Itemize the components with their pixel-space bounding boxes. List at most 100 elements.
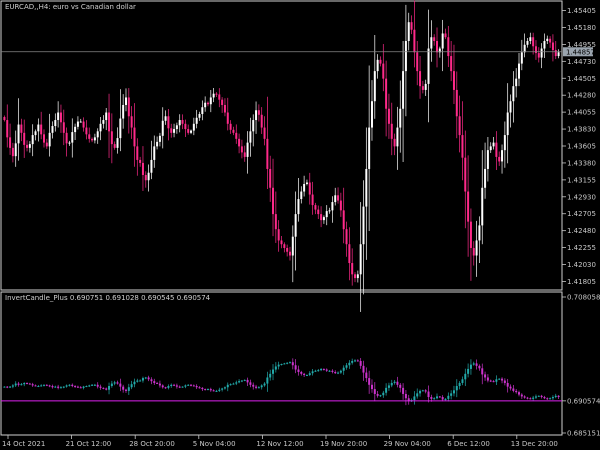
indicator-body: [9, 386, 12, 388]
candle-body: [243, 152, 246, 157]
candle-body: [413, 29, 416, 53]
candle-body: [190, 130, 193, 133]
candle-body: [345, 229, 348, 245]
indicator-body: [212, 390, 215, 392]
price-tick-label: 1.42255: [567, 244, 596, 252]
indicator-body: [305, 375, 308, 377]
indicator-body: [209, 389, 212, 391]
indicator-body: [498, 378, 501, 380]
candle-body: [520, 52, 523, 64]
candle-body: [139, 159, 142, 163]
candle-body: [59, 112, 62, 123]
indicator-body: [71, 384, 74, 387]
candle-body: [212, 93, 215, 98]
indicator-tick-label: 0.690574: [567, 397, 600, 405]
indicator-body: [436, 396, 439, 399]
candle-body: [317, 209, 320, 215]
indicator-body: [486, 377, 489, 381]
indicator-body: [54, 386, 57, 388]
candle-body: [40, 124, 43, 135]
candle-body: [96, 131, 99, 138]
indicator-body: [141, 378, 144, 381]
indicator-body: [198, 387, 201, 389]
indicator-body: [325, 369, 328, 371]
candle-body: [311, 194, 314, 206]
indicator-body: [368, 378, 371, 385]
candle-body: [526, 41, 529, 45]
candle-body: [286, 247, 289, 252]
candle-body: [495, 142, 498, 157]
candle-body: [532, 37, 535, 47]
indicator-body: [444, 398, 447, 400]
indicator-body: [526, 397, 529, 399]
indicator-body: [59, 387, 62, 389]
indicator-body: [495, 379, 498, 382]
indicator-body: [291, 362, 294, 366]
indicator-body: [105, 388, 108, 390]
candle-body: [280, 240, 283, 245]
indicator-body: [88, 385, 91, 387]
indicator-body: [201, 387, 204, 390]
candle-body: [303, 184, 306, 192]
candle-body: [455, 89, 458, 117]
candle-body: [232, 129, 235, 133]
candle-body: [28, 144, 31, 148]
price-tick-label: 1.45405: [567, 7, 596, 15]
candle-body: [427, 48, 430, 84]
symbol-label: EURCAD,,H4: euro vs Canadian dollar: [5, 3, 136, 11]
chart-window[interactable]: EURCAD,,H4: euro vs Canadian dollar 1.45…: [0, 0, 600, 450]
candle-body: [387, 108, 390, 124]
indicator-body: [144, 377, 147, 379]
candle-body: [65, 132, 68, 144]
indicator-body: [240, 380, 243, 382]
candle-body: [294, 214, 297, 237]
candle-body: [529, 37, 532, 42]
candle-body: [170, 128, 173, 133]
candle-body: [218, 94, 221, 100]
indicator-body: [153, 381, 156, 383]
indicator-body: [334, 371, 337, 374]
indicator-body: [68, 384, 71, 386]
candle-body: [362, 206, 365, 245]
candle-body: [184, 123, 187, 130]
indicator-body: [110, 383, 113, 387]
candle-body: [68, 142, 71, 144]
indicator-body: [308, 373, 311, 376]
indicator-body: [450, 393, 453, 396]
indicator-body: [26, 382, 29, 384]
candle-body: [6, 120, 9, 138]
indicator-body: [260, 385, 263, 388]
indicator-body: [430, 397, 433, 399]
indicator-body: [57, 386, 60, 388]
indicator-body: [356, 360, 359, 362]
indicator-body: [74, 386, 77, 388]
indicator-body: [40, 385, 43, 387]
indicator-body: [164, 387, 167, 389]
indicator-body: [373, 389, 376, 394]
indicator-body: [475, 363, 478, 366]
candle-body: [424, 83, 427, 90]
indicator-body: [382, 392, 385, 396]
indicator-body: [108, 386, 111, 390]
indicator-body: [467, 368, 470, 374]
candle-body: [407, 22, 410, 42]
indicator-body: [167, 386, 170, 388]
candle-body: [204, 102, 207, 108]
candle-body: [34, 131, 37, 136]
indicator-body: [393, 381, 396, 383]
candle-body: [334, 195, 337, 203]
indicator-body: [102, 387, 105, 389]
indicator-body: [314, 370, 317, 372]
candle-body: [209, 97, 212, 105]
price-tick-label: 1.42030: [567, 261, 596, 269]
candle-body: [175, 125, 178, 130]
candle-body: [269, 168, 272, 188]
indicator-body: [376, 393, 379, 396]
indicator-body: [438, 396, 441, 398]
indicator-body: [42, 384, 45, 386]
candle-body: [23, 132, 26, 145]
candle-body: [481, 187, 484, 226]
indicator-body: [127, 387, 130, 391]
candle-body: [503, 135, 506, 151]
candle-body: [447, 37, 450, 57]
